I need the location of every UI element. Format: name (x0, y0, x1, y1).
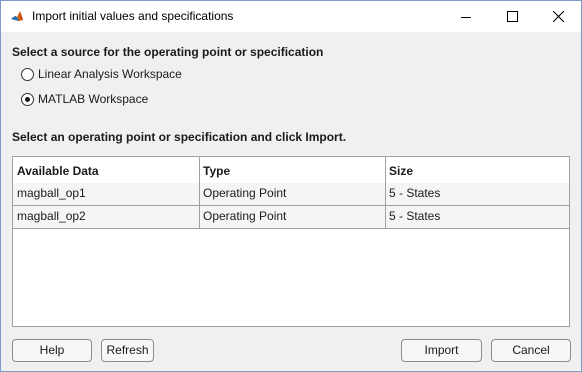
import-button[interactable]: Import (401, 339, 482, 362)
radio-button[interactable] (21, 67, 34, 81)
close-icon (552, 11, 564, 22)
radio-matlab-workspace[interactable]: MATLAB Workspace (21, 92, 148, 106)
table-cell-type: Operating Point (203, 209, 287, 223)
matlab-icon (10, 9, 24, 23)
column-header-type[interactable]: Type (199, 157, 385, 183)
maximize-icon (506, 11, 518, 22)
title-bar: Import initial values and specifications (1, 1, 581, 32)
radio-linear-analysis-workspace[interactable]: Linear Analysis Workspace (21, 67, 182, 81)
radio-label: MATLAB Workspace (38, 92, 149, 106)
table-cell-name: magball_op1 (17, 186, 86, 200)
column-header-available-data[interactable]: Available Data (13, 157, 199, 183)
table-cell-type: Operating Point (203, 186, 287, 200)
radio-button[interactable] (21, 92, 34, 106)
column-divider (385, 157, 386, 229)
radio-label: Linear Analysis Workspace (38, 67, 182, 81)
minimize-button[interactable] (443, 1, 489, 32)
instruction-text: Select an operating point or specificati… (12, 130, 347, 144)
maximize-button[interactable] (489, 1, 535, 32)
available-data-table: Available Data Type Size magball_op1 Ope… (12, 156, 570, 327)
table-cell-name: magball_op2 (17, 209, 86, 223)
column-divider (199, 157, 200, 229)
minimize-icon (461, 16, 471, 18)
table-cell-size: 5 - States (389, 186, 441, 200)
table-header: Available Data Type Size (13, 157, 569, 184)
window-title: Import initial values and specifications (32, 9, 234, 23)
import-dialog: Import initial values and specifications… (0, 0, 582, 372)
table-row[interactable]: magball_op1 Operating Point 5 - States (13, 183, 569, 206)
source-heading: Select a source for the operating point … (12, 45, 324, 59)
help-button[interactable]: Help (12, 339, 92, 362)
table-row[interactable]: magball_op2 Operating Point 5 - States (13, 206, 569, 229)
close-button[interactable] (535, 1, 581, 32)
refresh-button[interactable]: Refresh (101, 339, 154, 362)
cancel-button[interactable]: Cancel (491, 339, 571, 362)
column-header-size[interactable]: Size (385, 157, 569, 183)
table-cell-size: 5 - States (389, 209, 441, 223)
